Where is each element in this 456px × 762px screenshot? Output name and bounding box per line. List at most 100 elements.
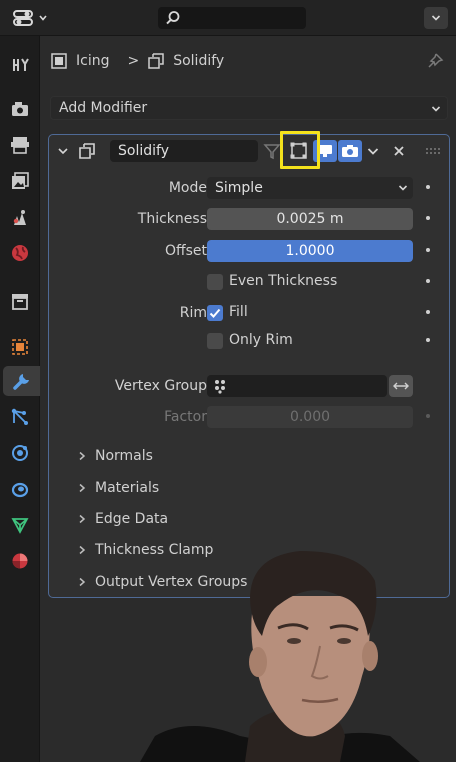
render-toggle[interactable]	[338, 140, 362, 162]
breadcrumb-modifier[interactable]: Solidify	[173, 53, 224, 69]
mode-dropdown[interactable]: Simple	[207, 177, 413, 199]
breadcrumb-separator: >	[127, 53, 140, 69]
tab-world[interactable]	[4, 238, 36, 268]
offset-slider[interactable]: 1.0000	[207, 240, 413, 262]
tab-particles[interactable]	[4, 402, 36, 432]
tab-constraints[interactable]	[4, 474, 36, 504]
chevron-down-icon	[431, 15, 441, 21]
factor-field[interactable]: 0.000	[207, 406, 413, 428]
vertex-group-label: Vertex Group	[114, 378, 207, 394]
vertex-group-field[interactable]	[207, 375, 387, 397]
rim-fill-row: Rim Fill	[49, 301, 449, 325]
subpanel-thickness-clamp[interactable]: Thickness Clamp	[77, 539, 213, 561]
fill-label: Fill	[229, 304, 248, 320]
keyframe-dot[interactable]	[426, 338, 430, 342]
chevron-right-icon	[79, 483, 86, 493]
collection-icon	[12, 294, 28, 310]
chevron-right-icon	[79, 451, 86, 461]
remove-modifier-button[interactable]	[389, 140, 409, 162]
keyframe-dot[interactable]	[426, 185, 430, 189]
properties-editor-icon	[13, 10, 33, 26]
solidify-modifier-panel: Solidify Mode Simple Thickness 0.0025 m …	[48, 131, 450, 598]
subpanel-label: Thickness Clamp	[95, 542, 214, 558]
chevron-right-icon	[79, 545, 86, 555]
subpanel-label: Output Vertex Groups	[95, 574, 248, 590]
vertex-group-icon	[215, 380, 225, 394]
keyframe-dot[interactable]	[426, 279, 430, 283]
offset-label: Offset	[164, 243, 207, 259]
header-collapse-button[interactable]	[424, 7, 448, 29]
breadcrumb: Icing > Solidify	[50, 50, 224, 72]
world-icon	[12, 245, 28, 261]
mode-value: Simple	[215, 180, 263, 196]
editor-type-button[interactable]	[12, 7, 52, 29]
tab-modifiers[interactable]	[3, 366, 40, 396]
modifier-header: Solidify	[49, 131, 449, 169]
chevron-down-icon	[39, 15, 47, 21]
add-modifier-label: Add Modifier	[59, 100, 148, 116]
invert-vertex-group-button[interactable]	[389, 375, 413, 397]
fill-checkbox[interactable]	[207, 305, 223, 321]
chevron-down-icon	[398, 185, 408, 191]
tab-physics[interactable]	[4, 438, 36, 468]
tab-collection[interactable]	[4, 286, 36, 316]
only-rim-label: Only Rim	[229, 332, 293, 348]
modifier-menu-button[interactable]	[363, 140, 383, 162]
tab-material[interactable]	[4, 546, 36, 576]
tab-scene[interactable]	[4, 202, 36, 232]
vertex-group-row: Vertex Group	[49, 374, 449, 398]
physics-icon	[12, 445, 28, 461]
tab-tool[interactable]	[4, 50, 36, 80]
subpanel-label: Edge Data	[95, 511, 169, 527]
only-rim-checkbox[interactable]	[207, 333, 223, 349]
pin-icon	[428, 53, 444, 68]
particles-icon	[11, 408, 28, 425]
camera-icon	[342, 145, 358, 157]
constraints-icon	[11, 482, 29, 498]
modifier-name-field[interactable]: Solidify	[110, 140, 258, 162]
keyframe-dot[interactable]	[426, 216, 430, 220]
rim-label: Rim	[179, 305, 207, 321]
subpanel-normals[interactable]: Normals	[77, 445, 153, 467]
view-layer-icon	[12, 172, 29, 189]
breadcrumb-object[interactable]: Icing	[76, 53, 109, 69]
factor-label: Factor	[164, 409, 207, 425]
cage-icon	[263, 144, 281, 160]
check-icon	[209, 308, 221, 318]
subpanel-materials[interactable]: Materials	[77, 477, 159, 499]
even-thickness-checkbox[interactable]	[207, 274, 223, 290]
header-bar	[0, 0, 456, 36]
collapse-chevron-icon[interactable]	[57, 145, 69, 157]
only-rim-row: Only Rim	[49, 329, 449, 353]
drag-handle[interactable]	[423, 140, 443, 162]
tab-data[interactable]	[4, 510, 36, 540]
even-thickness-label: Even Thickness	[229, 273, 338, 289]
tab-output[interactable]	[4, 130, 36, 160]
chevron-down-icon	[431, 106, 441, 112]
subpanel-edge-data[interactable]: Edge Data	[77, 508, 168, 530]
subpanel-output-vertex-groups[interactable]: Output Vertex Groups	[77, 571, 247, 593]
search-input[interactable]	[158, 7, 306, 29]
output-icon	[11, 137, 29, 154]
tab-render[interactable]	[4, 94, 36, 124]
keyframe-dot[interactable]	[426, 414, 430, 418]
grip-icon	[426, 148, 440, 154]
factor-row: Factor 0.000	[49, 405, 449, 429]
thickness-field[interactable]: 0.0025 m	[207, 208, 413, 230]
pin-button[interactable]	[426, 52, 444, 74]
keyframe-dot[interactable]	[426, 310, 430, 314]
thickness-label: Thickness	[137, 211, 207, 227]
subpanel-label: Materials	[95, 480, 160, 496]
tab-object[interactable]	[4, 332, 36, 362]
material-icon	[12, 553, 28, 569]
properties-panel: Icing > Solidify Add Modifier Solidify M…	[40, 36, 456, 762]
mesh-data-icon	[11, 518, 29, 534]
tab-view-layer[interactable]	[4, 166, 36, 196]
render-icon	[12, 102, 28, 116]
wrench-icon	[12, 374, 29, 390]
search-icon	[166, 11, 180, 25]
add-modifier-dropdown[interactable]: Add Modifier	[50, 96, 448, 120]
factor-value: 0.000	[289, 409, 331, 425]
even-thickness-row: Even Thickness	[49, 270, 449, 294]
keyframe-dot[interactable]	[426, 248, 430, 252]
